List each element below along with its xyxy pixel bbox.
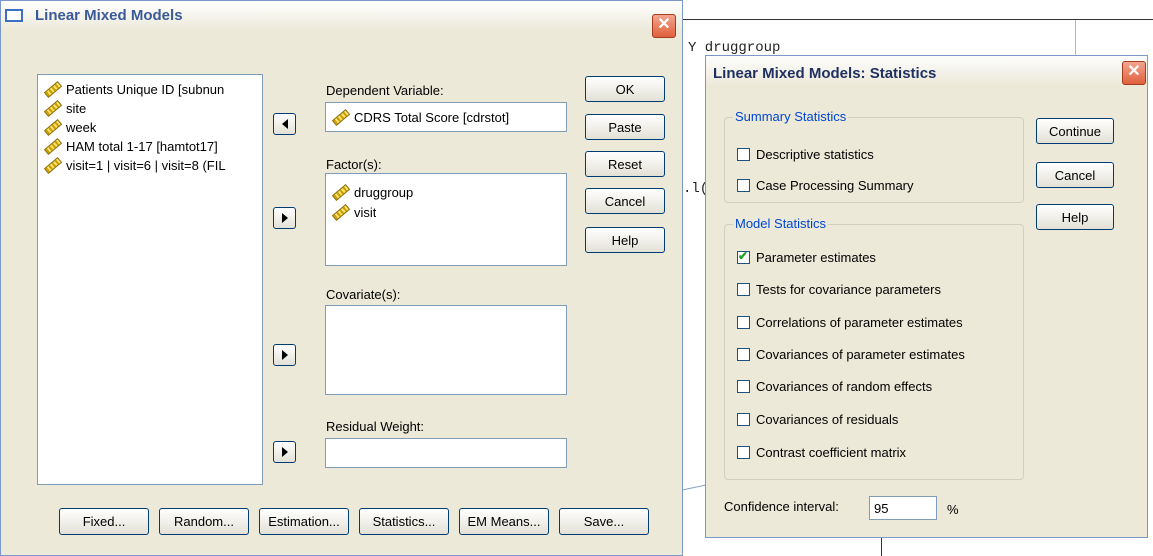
descriptive-statistics-checkbox[interactable]: Descriptive statistics bbox=[737, 147, 874, 162]
reset-button[interactable]: Reset bbox=[585, 151, 665, 177]
checkbox-icon bbox=[737, 179, 750, 192]
move-to-dependent-button[interactable] bbox=[273, 113, 296, 135]
cancel-button[interactable]: Cancel bbox=[1036, 162, 1114, 188]
close-icon[interactable]: ✕ bbox=[652, 14, 676, 38]
paste-button[interactable]: Paste bbox=[585, 114, 665, 140]
scale-variable-icon bbox=[332, 183, 351, 201]
arrow-right-icon bbox=[281, 349, 288, 360]
move-to-covariates-button[interactable] bbox=[273, 344, 296, 366]
linear-mixed-models-dialog: Linear Mixed Models ✕ Patients Unique ID… bbox=[0, 0, 683, 556]
arrow-right-icon bbox=[281, 212, 288, 223]
help-button[interactable]: Help bbox=[1036, 204, 1114, 230]
checkbox-icon bbox=[737, 446, 750, 459]
model-statistics-legend: Model Statistics bbox=[733, 216, 829, 231]
list-item[interactable]: site bbox=[44, 98, 86, 118]
summary-statistics-group: Summary Statistics Descriptive statistic… bbox=[724, 109, 1024, 203]
arrow-right-icon bbox=[281, 446, 288, 457]
factors-label: Factor(s): bbox=[326, 157, 382, 172]
tests-covariance-parameters-checkbox[interactable]: Tests for covariance parameters bbox=[737, 282, 941, 297]
dependent-variable-label: Dependent Variable: bbox=[326, 83, 444, 98]
residual-weight-field[interactable] bbox=[325, 438, 567, 468]
scale-variable-icon bbox=[332, 203, 351, 221]
scale-variable-icon bbox=[332, 108, 351, 126]
model-statistics-group: Model Statistics Parameter estimates Tes… bbox=[724, 216, 1024, 480]
statistics-dialog: Linear Mixed Models: Statistics ✕ Summar… bbox=[705, 55, 1148, 538]
list-item[interactable]: Patients Unique ID [subnun bbox=[44, 79, 224, 99]
checkbox-icon bbox=[737, 283, 750, 296]
list-item[interactable]: visit bbox=[332, 202, 376, 222]
confidence-interval-label: Confidence interval: bbox=[724, 499, 839, 514]
continue-button[interactable]: Continue bbox=[1036, 118, 1114, 144]
scale-variable-icon bbox=[44, 99, 63, 117]
checkbox-icon bbox=[737, 316, 750, 329]
move-to-residual-weight-button[interactable] bbox=[273, 441, 296, 463]
covariances-residuals-checkbox[interactable]: Covariances of residuals bbox=[737, 412, 898, 427]
correlations-parameter-estimates-checkbox[interactable]: Correlations of parameter estimates bbox=[737, 315, 963, 330]
close-icon[interactable]: ✕ bbox=[1122, 61, 1146, 85]
scale-variable-icon bbox=[44, 156, 63, 174]
checkbox-icon bbox=[737, 348, 750, 361]
estimation-button[interactable]: Estimation... bbox=[259, 508, 349, 535]
contrast-coefficient-matrix-checkbox[interactable]: Contrast coefficient matrix bbox=[737, 445, 906, 460]
arrow-left-icon bbox=[281, 118, 288, 129]
title-bar: Linear Mixed Models: Statistics ✕ bbox=[706, 56, 1147, 86]
scale-variable-icon bbox=[44, 137, 63, 155]
factors-list[interactable]: druggroup visit bbox=[325, 173, 567, 266]
case-processing-summary-checkbox[interactable]: Case Processing Summary bbox=[737, 178, 914, 193]
title-bar: Linear Mixed Models ✕ bbox=[1, 1, 682, 38]
checkbox-icon bbox=[737, 380, 750, 393]
checkbox-icon bbox=[737, 148, 750, 161]
ok-button[interactable]: OK bbox=[585, 76, 665, 102]
parameter-estimates-checkbox[interactable]: Parameter estimates bbox=[737, 249, 876, 265]
covariates-label: Covariate(s): bbox=[326, 287, 401, 302]
covariates-list[interactable] bbox=[325, 305, 567, 395]
checkbox-icon bbox=[737, 413, 750, 426]
statistics-button[interactable]: Statistics... bbox=[359, 508, 449, 535]
help-button[interactable]: Help bbox=[585, 227, 665, 253]
scale-variable-icon bbox=[44, 118, 63, 136]
checkbox-checked-icon bbox=[737, 249, 750, 264]
residual-weight-label: Residual Weight: bbox=[326, 419, 425, 434]
move-to-factors-button[interactable] bbox=[273, 207, 296, 229]
dependent-variable-field[interactable]: CDRS Total Score [cdrstot] bbox=[325, 102, 567, 132]
list-item[interactable]: HAM total 1-17 [hamtot17] bbox=[44, 136, 218, 156]
dialog-title: Linear Mixed Models: Statistics bbox=[713, 65, 937, 82]
dialog-title: Linear Mixed Models bbox=[35, 7, 183, 24]
output-text-line: Y druggroup bbox=[688, 40, 781, 56]
covariances-random-effects-checkbox[interactable]: Covariances of random effects bbox=[737, 379, 932, 394]
scale-variable-icon bbox=[44, 80, 63, 98]
save-button[interactable]: Save... bbox=[559, 508, 649, 535]
output-divider bbox=[683, 19, 1153, 20]
list-item[interactable]: visit=1 | visit=6 | visit=8 (FIL bbox=[44, 155, 226, 175]
window-icon bbox=[5, 9, 23, 22]
em-means-button[interactable]: EM Means... bbox=[459, 508, 549, 535]
fixed-button[interactable]: Fixed... bbox=[59, 508, 149, 535]
covariances-parameter-estimates-checkbox[interactable]: Covariances of parameter estimates bbox=[737, 347, 965, 362]
confidence-interval-input[interactable] bbox=[869, 496, 937, 520]
summary-statistics-legend: Summary Statistics bbox=[733, 109, 849, 124]
list-item[interactable]: druggroup bbox=[332, 182, 413, 202]
source-variable-list[interactable]: Patients Unique ID [subnun site week HAM… bbox=[37, 74, 263, 485]
cancel-button[interactable]: Cancel bbox=[585, 188, 665, 214]
random-button[interactable]: Random... bbox=[159, 508, 249, 535]
percent-label: % bbox=[947, 502, 959, 517]
list-item[interactable]: week bbox=[44, 117, 96, 137]
